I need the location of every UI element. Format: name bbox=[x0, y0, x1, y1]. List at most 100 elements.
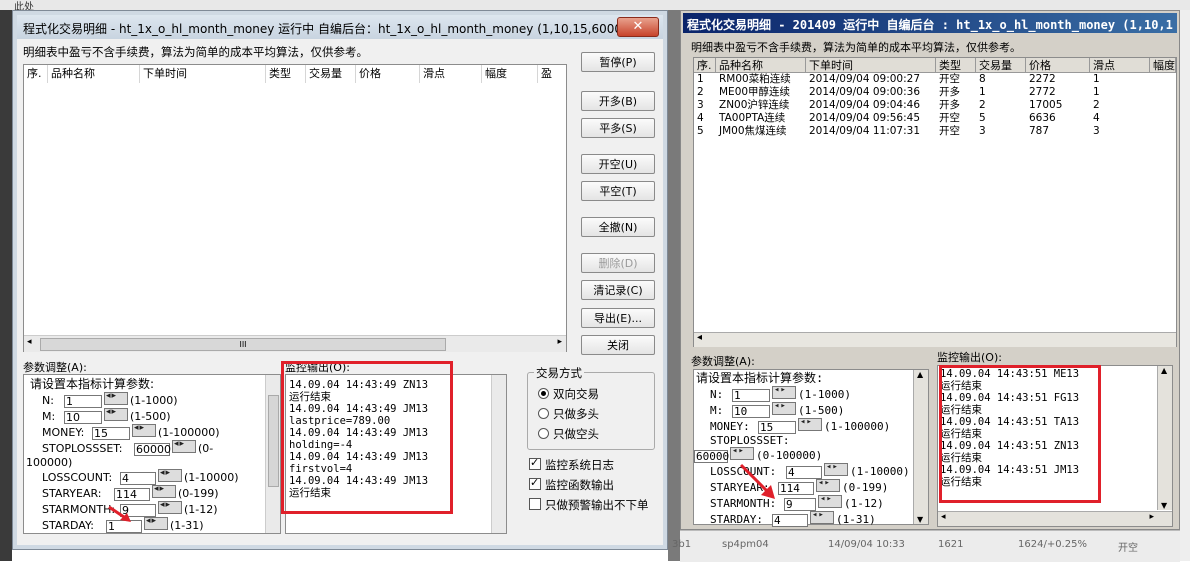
param2-stoploss-input[interactable]: 60000 bbox=[694, 450, 729, 464]
col-header-type[interactable]: 类型 bbox=[266, 65, 306, 83]
params-scroll-thumb[interactable] bbox=[268, 395, 279, 487]
param2-starmonth-spinner[interactable] bbox=[818, 493, 842, 509]
open-short-button[interactable]: 开空(U) bbox=[581, 154, 655, 174]
param-money-spinner[interactable] bbox=[132, 422, 156, 437]
param2-m-spinner[interactable] bbox=[772, 400, 796, 415]
scroll-left-icon[interactable]: ◂ bbox=[697, 332, 702, 343]
window-1-titlebar[interactable]: 程式化交易明细 - ht_1x_o_hl_month_money 运行中 自编后… bbox=[17, 15, 663, 39]
col2-header-type[interactable]: 类型 bbox=[936, 58, 976, 73]
horizontal-scrollbar[interactable]: ◂ III ▸ bbox=[24, 335, 566, 352]
col-header-slippage[interactable]: 滑点 bbox=[420, 65, 482, 83]
param-staryear-spinner[interactable] bbox=[152, 483, 176, 499]
col2-header-slippage[interactable]: 滑点 bbox=[1090, 58, 1150, 73]
param2-money-spinner[interactable] bbox=[798, 416, 822, 431]
monitor-scrollbar[interactable] bbox=[491, 375, 506, 533]
scroll-right-icon[interactable]: ▸ bbox=[557, 337, 562, 347]
cancel-all-button[interactable]: 全撤(N) bbox=[581, 217, 655, 237]
scrollbar-thumb[interactable]: III bbox=[40, 338, 446, 351]
checkbox-checked-icon[interactable] bbox=[529, 476, 541, 490]
horizontal-scrollbar-2[interactable]: ◂ bbox=[694, 332, 1176, 347]
params-scrollbar-2[interactable]: ▲ ▼ bbox=[913, 370, 928, 524]
monitor-scrollbar-2[interactable]: ▲ ▼ bbox=[1157, 366, 1172, 510]
param-starday-spinner[interactable] bbox=[144, 515, 168, 531]
param-n-spinner[interactable] bbox=[104, 390, 128, 405]
open-long-button[interactable]: 开多(B) bbox=[581, 91, 655, 111]
scroll-left-icon[interactable]: ◂ bbox=[27, 337, 32, 347]
scroll-up-icon[interactable]: ▲ bbox=[1161, 366, 1167, 375]
col-header-time[interactable]: 下单时间 bbox=[140, 65, 266, 83]
param-staryear-input[interactable]: 114 bbox=[114, 488, 150, 502]
param-stoploss-spinner[interactable] bbox=[172, 438, 196, 453]
trade-detail-list[interactable]: 序. 品种名称 下单时间 类型 交易量 价格 滑点 幅度 盈 ◂ III ▸ bbox=[23, 64, 567, 352]
clear-records-button[interactable]: 清记录(C) bbox=[581, 280, 655, 300]
param2-staryear-input[interactable]: 114 bbox=[778, 482, 814, 496]
table-cell: 2 bbox=[1093, 99, 1100, 111]
radio-icon[interactable] bbox=[538, 428, 549, 439]
scroll-left-icon[interactable]: ◂ bbox=[941, 512, 946, 522]
param2-m-input[interactable]: 10 bbox=[732, 404, 770, 418]
col2-header-volume[interactable]: 交易量 bbox=[976, 58, 1026, 73]
param2-losscount-spinner[interactable] bbox=[824, 461, 848, 477]
radio-selected-icon[interactable] bbox=[538, 388, 549, 399]
close-short-button[interactable]: 平空(T) bbox=[581, 181, 655, 201]
checkbox-alert-only[interactable]: 只做预警输出不下单 bbox=[529, 497, 649, 513]
pause-button[interactable]: 暂停(P) bbox=[581, 52, 655, 72]
param-starmonth-spinner[interactable] bbox=[158, 499, 182, 515]
param2-starday-spinner[interactable] bbox=[810, 509, 834, 525]
col-header-index[interactable]: 序. bbox=[24, 65, 48, 83]
param-stoploss-input[interactable]: 60000 bbox=[134, 442, 171, 456]
table-cell: 开空 bbox=[939, 125, 960, 137]
col-header-profit[interactable]: 盈 bbox=[538, 65, 566, 83]
scroll-up-icon[interactable]: ▲ bbox=[917, 370, 923, 379]
param-m-spinner[interactable] bbox=[104, 406, 128, 421]
radio-short-only[interactable]: 只做空头 bbox=[538, 426, 599, 442]
radio-bidirectional[interactable]: 双向交易 bbox=[538, 386, 599, 402]
checkbox-icon[interactable] bbox=[529, 498, 541, 510]
params-panel[interactable]: 请设置本指标计算参数: N:1(1-1000) M:10(1-500) MONE… bbox=[23, 374, 281, 534]
close-button[interactable]: 关闭 bbox=[581, 335, 655, 355]
params-panel-2[interactable]: 请设置本指标计算参数: N:1(1-1000) M:10(1-500) MONE… bbox=[693, 369, 929, 528]
param2-n-input[interactable]: 1 bbox=[732, 388, 770, 402]
col-header-volume[interactable]: 交易量 bbox=[306, 65, 356, 83]
close-icon[interactable]: ✕ bbox=[617, 17, 659, 37]
scroll-down-icon[interactable]: ▼ bbox=[917, 515, 923, 524]
checkbox-function-output[interactable]: 监控函数输出 bbox=[529, 476, 614, 493]
col2-header-index[interactable]: 序. bbox=[694, 58, 716, 73]
param2-starday-input[interactable]: 4 bbox=[772, 514, 808, 528]
checkbox-checked-icon[interactable] bbox=[529, 456, 541, 470]
param2-money-input[interactable]: 15 bbox=[758, 420, 796, 434]
scroll-right-icon[interactable]: ▸ bbox=[1149, 512, 1154, 522]
col2-header-symbol[interactable]: 品种名称 bbox=[716, 58, 806, 73]
table-cell: 2014/09/04 09:04:46 bbox=[809, 99, 921, 111]
param-stoploss-label: STOPLOSSSET: bbox=[42, 441, 123, 455]
table-row[interactable]: 5 JM00焦煤连续 2014/09/04 11:07:31 开空 3 787 3 bbox=[694, 125, 1176, 138]
col2-header-price[interactable]: 价格 bbox=[1026, 58, 1090, 73]
params-scrollbar[interactable] bbox=[265, 375, 280, 533]
close-long-button[interactable]: 平多(S) bbox=[581, 118, 655, 138]
col-header-range[interactable]: 幅度 bbox=[482, 65, 538, 83]
checkbox-system-log[interactable]: 监控系统日志 bbox=[529, 456, 614, 473]
params-label: 参数调整(A): bbox=[23, 361, 87, 374]
red-arrow-icon bbox=[739, 463, 775, 499]
monitor-hscrollbar-2[interactable]: ◂ ▸ bbox=[938, 511, 1172, 526]
param-losscount-input[interactable]: 4 bbox=[120, 472, 156, 486]
param2-n-spinner[interactable] bbox=[772, 384, 796, 399]
param-money-input[interactable]: 15 bbox=[92, 426, 130, 440]
delete-button[interactable]: 删除(D) bbox=[581, 253, 655, 273]
col2-header-time[interactable]: 下单时间 bbox=[806, 58, 936, 73]
col-header-symbol[interactable]: 品种名称 bbox=[48, 65, 140, 83]
radio-icon[interactable] bbox=[538, 408, 549, 419]
scroll-down-icon[interactable]: ▼ bbox=[1161, 501, 1167, 510]
trade-detail-list-2[interactable]: 序. 品种名称 下单时间 类型 交易量 价格 滑点 幅度 1 RM00菜粕连续 20… bbox=[693, 57, 1177, 347]
param2-staryear-spinner[interactable] bbox=[816, 477, 840, 493]
radio-long-only[interactable]: 只做多头 bbox=[538, 406, 599, 422]
export-button[interactable]: 导出(E)... bbox=[581, 308, 655, 328]
param-n-input[interactable]: 1 bbox=[64, 394, 102, 408]
col-header-price[interactable]: 价格 bbox=[356, 65, 420, 83]
window-2-titlebar[interactable]: 程式化交易明细 - 201409 运行中 自编后台 : ht_1x_o_hl_m… bbox=[683, 13, 1177, 33]
param2-losscount-input[interactable]: 4 bbox=[786, 466, 822, 480]
param-losscount-spinner[interactable] bbox=[158, 467, 182, 483]
param-m-input[interactable]: 10 bbox=[64, 410, 102, 424]
param2-stoploss-spinner[interactable] bbox=[730, 445, 754, 461]
col2-header-range[interactable]: 幅度 bbox=[1150, 58, 1176, 73]
